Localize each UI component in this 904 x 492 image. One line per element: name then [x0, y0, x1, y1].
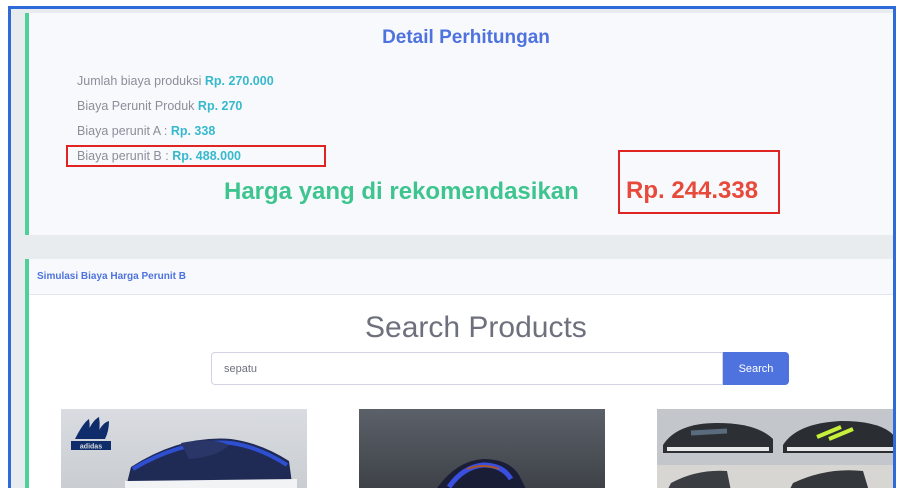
detail-line-unit-cost: Biaya Perunit Produk Rp. 270 — [77, 99, 242, 113]
recommended-price-label: Harga yang di rekomendasikan — [224, 178, 579, 205]
detail-line-unit-a: Biaya perunit A : Rp. 338 — [77, 124, 215, 138]
simulation-title: Simulasi Biaya Harga Perunit B — [37, 271, 186, 282]
product-card-1[interactable]: adidas — [61, 409, 307, 488]
line-value: Rp. 270.000 — [204, 74, 274, 88]
dark-shoe-image — [437, 459, 526, 488]
detail-title: Detail Perhitungan — [382, 27, 550, 48]
line-value: Rp. 270 — [197, 99, 243, 113]
simulation-card-header: Simulasi Biaya Harga Perunit B — [29, 259, 893, 295]
detail-card: Detail Perhitungan Jumlah biaya produksi… — [25, 13, 893, 235]
line-value: Rp. 338 — [170, 124, 216, 138]
highlight-box-unit-b — [66, 145, 326, 167]
adidas-logo-icon: adidas — [71, 417, 111, 451]
line-label: Jumlah biaya produksi — [77, 74, 202, 88]
multi-shoe-image — [657, 409, 893, 488]
product-card-2[interactable] — [359, 409, 605, 488]
line-label: Biaya perunit A : — [77, 124, 168, 138]
simulation-card: Simulasi Biaya Harga Perunit B Search Pr… — [25, 259, 893, 488]
search-products-title: Search Products — [365, 311, 587, 344]
screenshot-frame: Detail Perhitungan Jumlah biaya produksi… — [8, 6, 896, 488]
search-input[interactable] — [211, 352, 723, 385]
detail-line-production-cost: Jumlah biaya produksi Rp. 270.000 — [77, 74, 274, 88]
product-card-3[interactable] — [657, 409, 893, 488]
search-button[interactable]: Search — [723, 352, 789, 385]
recommended-price-value: Rp. 244.338 — [618, 150, 780, 214]
line-label: Biaya Perunit Produk — [77, 99, 195, 113]
adidas-shoe-image: adidas — [71, 417, 297, 488]
svg-text:adidas: adidas — [80, 444, 102, 451]
